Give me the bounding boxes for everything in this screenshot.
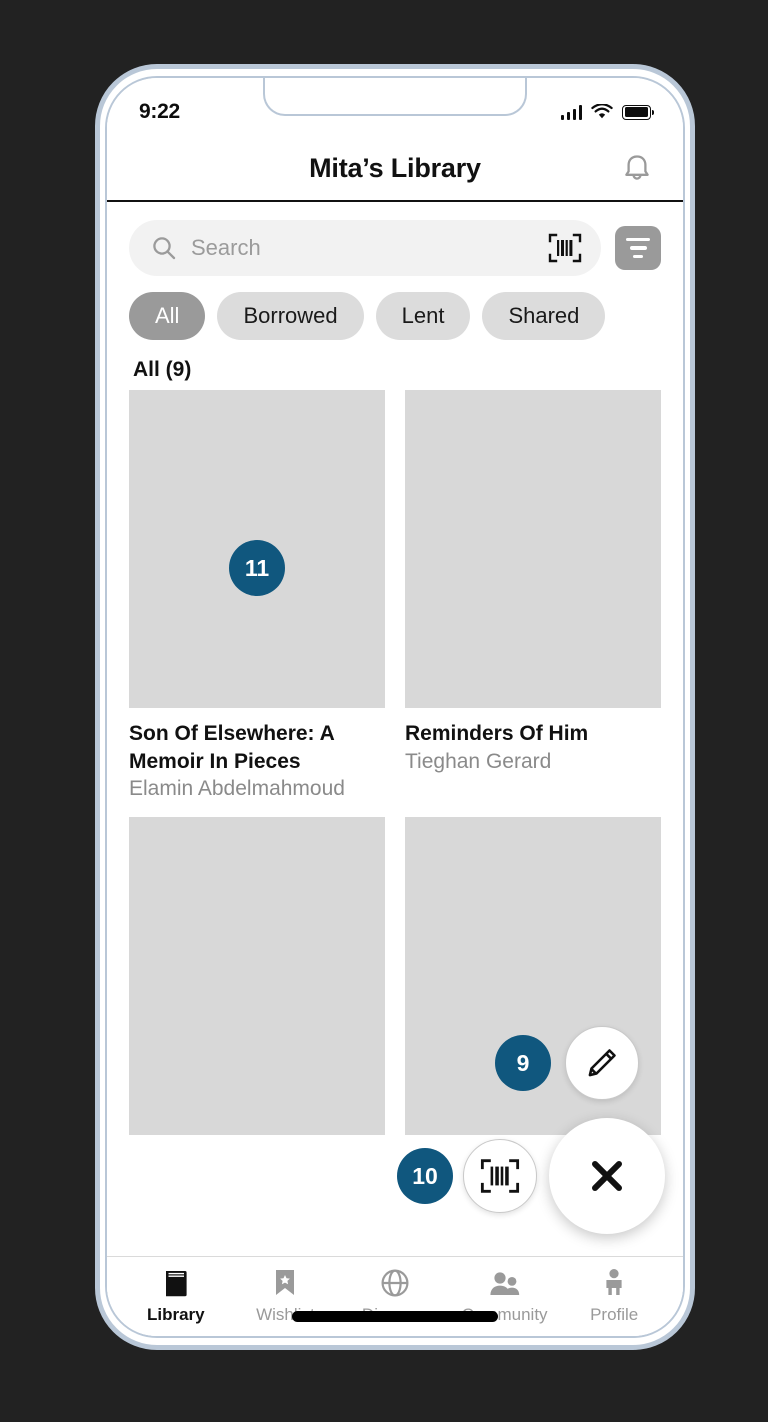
book-title: Son Of Elsewhere: A Memoir In Pieces [129,722,334,773]
book-grid: 11 Son Of Elsewhere: A Memoir In Pieces … [107,390,683,1136]
fab-cluster: 9 10 [397,1026,665,1234]
home-indicator [292,1311,498,1322]
bookmark-star-icon [273,1268,297,1298]
globe-icon [380,1268,410,1298]
nav-label: Library [146,1305,205,1324]
fab-scan-row: 10 [397,1118,665,1234]
filter-chip-borrowed[interactable]: Borrowed [217,292,364,340]
search-input[interactable]: Search [129,220,601,276]
scan-fab-button[interactable] [463,1139,537,1213]
filter-chip-all[interactable]: All [129,292,206,340]
book-card[interactable]: 11 Son Of Elsewhere: A Memoir In Pieces … [129,390,385,803]
filter-icon[interactable] [615,226,661,270]
bottom-nav: Library Wishlist Community Profile [107,1256,683,1336]
filter-chip-row[interactable]: All Borrowed Lent Shared [107,284,683,346]
nav-item-library[interactable]: Library [124,1268,228,1325]
signal-bars-icon [560,104,582,120]
close-fab-button[interactable] [549,1118,665,1234]
search-placeholder: Search [191,235,261,260]
screenshot-stage: 9:22 Mita’s Library Search All Borrowed … [0,0,768,1422]
status-clock: 9:22 [139,100,180,123]
search-icon [153,237,176,260]
app-header: Mita’s Library [107,136,683,202]
status-icons [560,104,655,120]
edit-fab-button[interactable] [565,1026,639,1100]
close-x-icon [592,1161,622,1191]
annotation-badge-9: 9 [495,1035,551,1091]
battery-full-icon [622,104,655,120]
status-bar: 9:22 [107,78,683,136]
book-author: Elamin Abdelmahmoud [129,777,345,801]
app-screen: 9:22 Mita’s Library Search All Borrowed … [107,78,683,1336]
nav-label: Profile [590,1305,639,1324]
person-icon [602,1268,626,1298]
pencil-edit-icon [588,1049,616,1077]
filter-chip-shared[interactable]: Shared [482,292,606,340]
book-cover-placeholder [405,390,661,708]
wifi-icon [591,104,613,119]
annotation-badge-11: 11 [229,540,285,596]
barcode-scan-icon[interactable] [547,231,583,265]
book-title: Reminders Of Him [405,722,589,745]
section-header: All (9) [133,358,192,381]
book-grid-scroll[interactable]: 11 Son Of Elsewhere: A Memoir In Pieces … [107,390,683,1256]
annotation-badge-10: 10 [397,1148,453,1204]
book-cover-placeholder: 11 [129,390,385,708]
filter-chip-lent[interactable]: Lent [375,292,471,340]
book-icon [162,1268,190,1298]
search-row: Search [107,202,683,284]
barcode-scan-icon [480,1159,520,1193]
book-author: Tieghan Gerard [405,749,552,773]
book-card[interactable] [129,817,385,1136]
page-title: Mita’s Library [309,152,481,183]
book-cover-placeholder [129,817,385,1136]
phone-frame-inner: 9:22 Mita’s Library Search All Borrowed … [105,76,685,1338]
fab-edit-row: 9 [397,1026,665,1100]
people-icon [488,1268,522,1298]
nav-item-profile[interactable]: Profile [562,1268,666,1325]
book-card[interactable]: Reminders Of Him Tieghan Gerard [405,390,661,803]
notification-bell-icon[interactable] [615,146,659,190]
